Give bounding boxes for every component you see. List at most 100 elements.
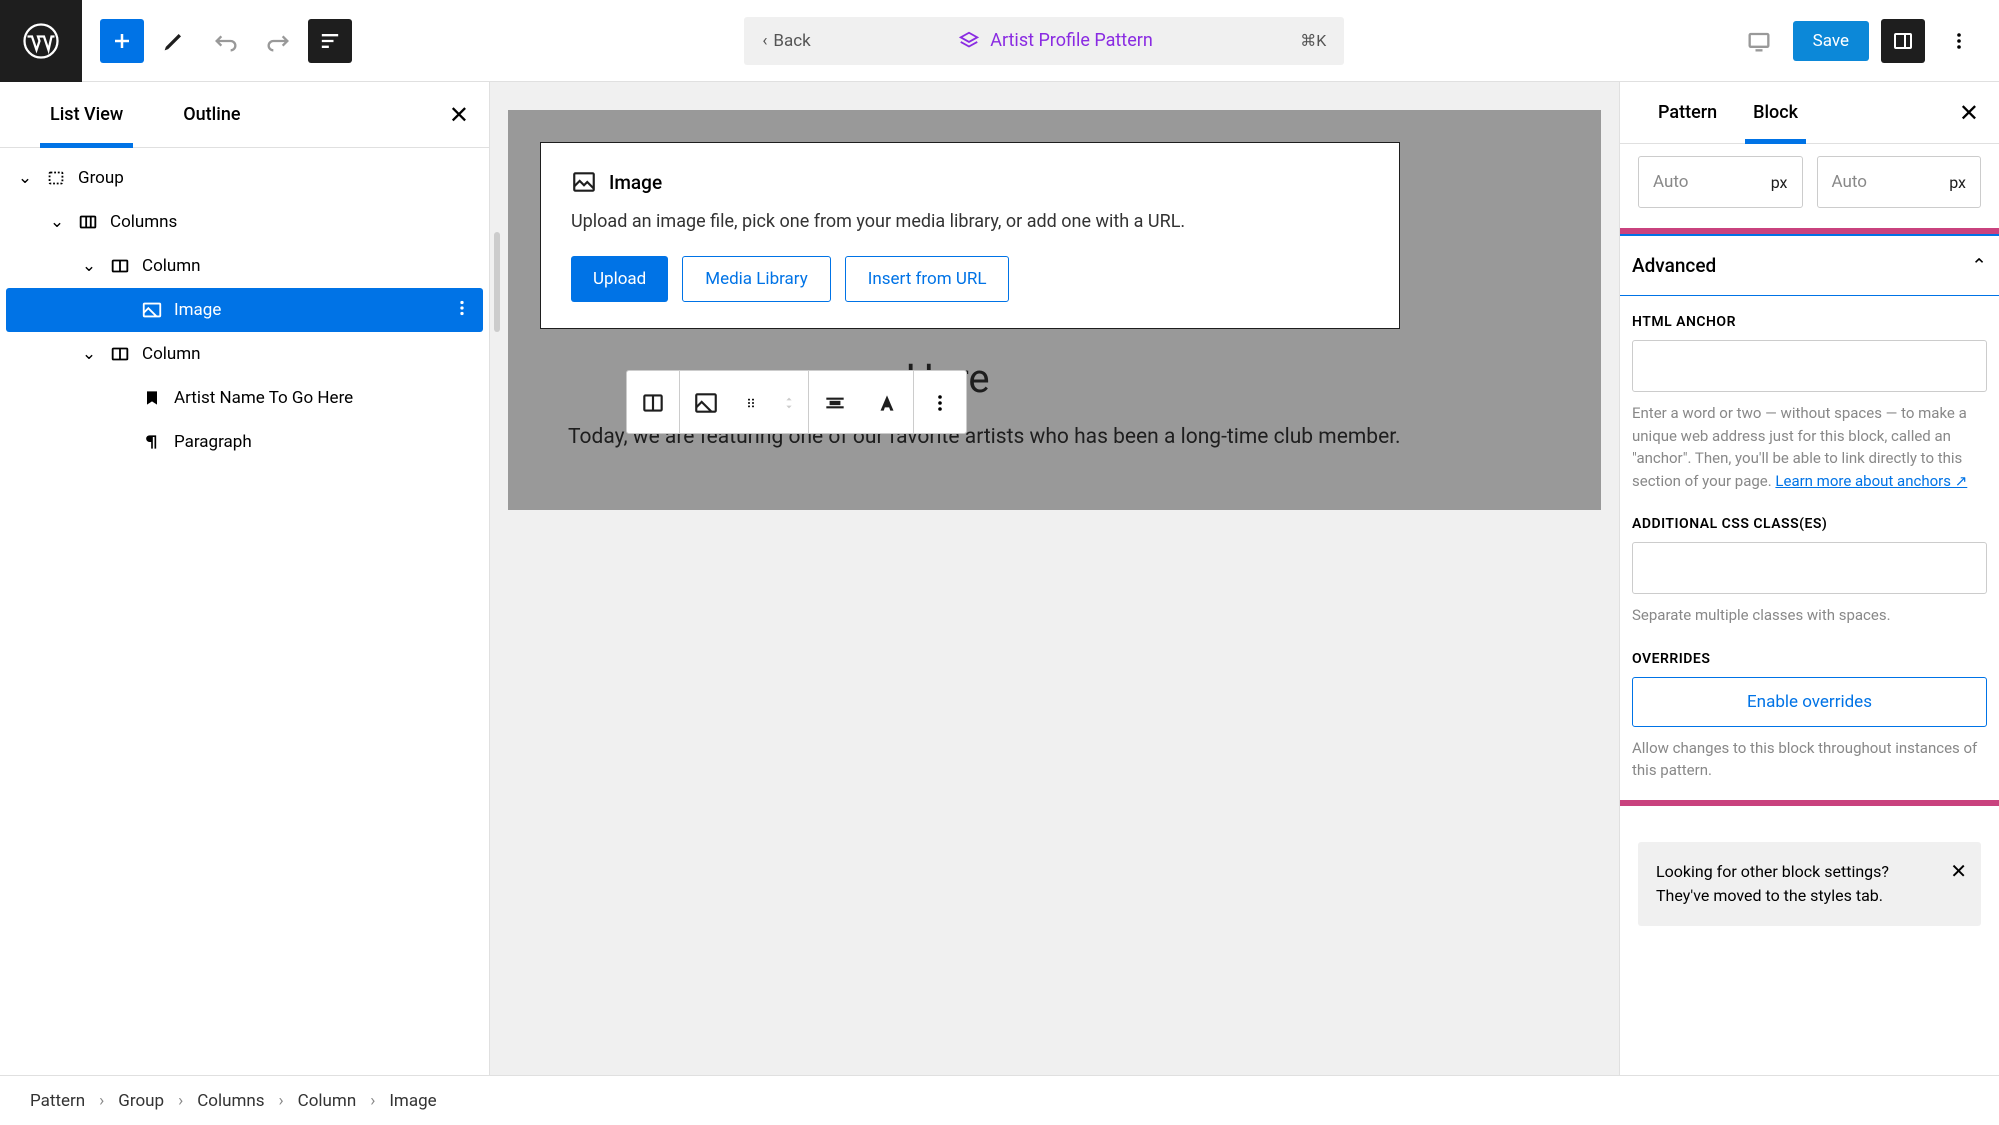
breadcrumb-item[interactable]: Columns [197,1091,264,1111]
settings-body: Autopx Autopx [1620,144,1999,228]
tree-item-column[interactable]: ⌄Column [6,332,483,376]
toolbar-center: ‹ Back Artist Profile Pattern ⌘K [352,17,1737,65]
chevron-down-icon[interactable]: ⌄ [80,256,98,276]
parent-block-button[interactable] [627,371,679,435]
breadcrumb-separator: › [178,1091,183,1111]
advanced-panel-body: HTML ANCHOR Enter a word or two — withou… [1619,296,1999,800]
tab-list-view[interactable]: List View [20,82,153,148]
move-vertical-icon [781,391,797,415]
tab-pattern[interactable]: Pattern [1640,82,1735,144]
height-input[interactable]: Autopx [1817,156,1982,208]
enable-overrides-button[interactable]: Enable overrides [1632,677,1987,727]
block-type-button[interactable] [680,371,732,435]
column-icon [108,342,132,366]
chevron-down-icon[interactable]: ⌄ [80,344,98,364]
tree-item-artist-name-to-go-here[interactable]: Artist Name To Go Here [6,376,483,420]
tree-item-column[interactable]: ⌄Column [6,244,483,288]
align-icon [822,390,848,416]
canvas-content: Image Upload an image file, pick one fro… [508,110,1601,510]
close-settings-button[interactable]: ✕ [1959,99,1979,127]
left-sidebar-tabs: List View Outline ✕ [0,82,489,148]
image-icon [140,298,164,322]
view-button[interactable] [1737,19,1781,63]
align-button[interactable] [809,371,861,435]
dots-vertical-icon [928,391,952,415]
columns-icon [76,210,100,234]
tree-item-options[interactable] [451,297,473,324]
drag-icon [743,395,759,411]
chevron-down-icon[interactable]: ⌄ [48,212,66,232]
anchor-input[interactable] [1632,340,1987,392]
resize-handle[interactable] [494,232,500,332]
breadcrumb-bar: Pattern›Group›Columns›Column›Image [0,1075,1999,1125]
anchor-help-link[interactable]: Learn more about anchors ↗ [1775,472,1967,490]
column-icon [108,254,132,278]
anchor-help: Enter a word or two — without spaces — t… [1632,402,1987,492]
tree-item-group[interactable]: ⌄Group [6,156,483,200]
drag-handle-button[interactable] [732,371,770,435]
dismiss-notice-button[interactable]: ✕ [1950,856,1967,886]
sidebar-icon [1891,29,1915,53]
document-bar: ‹ Back Artist Profile Pattern ⌘K [744,17,1344,65]
image-placeholder[interactable]: Image Upload an image file, pick one fro… [540,142,1400,329]
back-button[interactable]: ‹ Back [762,31,810,51]
text-overlay-button[interactable] [861,371,913,435]
breadcrumb-item[interactable]: Pattern [30,1091,85,1111]
chevron-up-icon: ⌃ [1971,254,1987,277]
breadcrumb-separator: › [370,1091,375,1111]
image-icon [571,169,597,195]
list-view-button[interactable] [308,19,352,63]
shortcut-hint: ⌘K [1300,31,1326,50]
tab-outline[interactable]: Outline [153,82,270,148]
paragraph-icon [140,430,164,454]
close-sidebar-button[interactable]: ✕ [449,101,469,129]
toolbar-right: Save [1737,19,1999,63]
tree-item-columns[interactable]: ⌄Columns [6,200,483,244]
undo-button[interactable] [204,19,248,63]
breadcrumb-item[interactable]: Group [118,1091,164,1111]
upload-button[interactable]: Upload [571,256,668,302]
add-block-button[interactable] [100,19,144,63]
more-options-button[interactable] [1937,19,1981,63]
chevron-left-icon: ‹ [762,31,767,51]
dimensions-row: Autopx Autopx [1638,156,1981,208]
document-title[interactable]: Artist Profile Pattern [811,30,1300,52]
settings-notice: Looking for other block settings? They'v… [1638,842,1981,926]
breadcrumb-item[interactable]: Column [298,1091,357,1111]
css-input[interactable] [1632,542,1987,594]
breadcrumb-separator: › [279,1091,284,1111]
overrides-label: OVERRIDES [1632,651,1987,667]
block-options-button[interactable] [914,371,966,435]
left-sidebar: List View Outline ✕ ⌄Group⌄Columns⌄Colum… [0,82,490,1075]
top-toolbar: ‹ Back Artist Profile Pattern ⌘K Save [0,0,1999,82]
tab-block[interactable]: Block [1735,82,1816,144]
heading-icon [140,386,164,410]
group-icon [44,166,68,190]
redo-icon [264,27,292,55]
insert-url-button[interactable]: Insert from URL [845,256,1010,302]
anchor-label: HTML ANCHOR [1632,314,1987,330]
advanced-panel-highlight: Advanced ⌃ HTML ANCHOR Enter a word or t… [1619,228,1999,806]
chevron-down-icon[interactable]: ⌄ [16,168,34,188]
wordpress-logo[interactable] [0,0,82,82]
css-label: ADDITIONAL CSS CLASS(ES) [1632,516,1987,532]
edit-mode-button[interactable] [152,19,196,63]
tree-item-image[interactable]: Image [6,288,483,332]
save-button[interactable]: Save [1793,21,1869,61]
advanced-panel-toggle[interactable]: Advanced ⌃ [1619,234,1999,296]
block-tree: ⌄Group⌄Columns⌄ColumnImage⌄ColumnArtist … [0,148,489,472]
media-library-button[interactable]: Media Library [682,256,831,302]
breadcrumb-item[interactable]: Image [389,1091,436,1111]
block-toolbar [626,370,967,434]
image-icon [693,390,719,416]
undo-icon [212,27,240,55]
pencil-icon [160,27,188,55]
redo-button[interactable] [256,19,300,63]
move-button[interactable] [770,371,808,435]
width-input[interactable]: Autopx [1638,156,1803,208]
plus-icon [110,29,134,53]
tree-item-paragraph[interactable]: Paragraph [6,420,483,464]
desktop-icon [1745,27,1773,55]
settings-panel-button[interactable] [1881,19,1925,63]
overrides-help: Allow changes to this block throughout i… [1632,737,1987,782]
